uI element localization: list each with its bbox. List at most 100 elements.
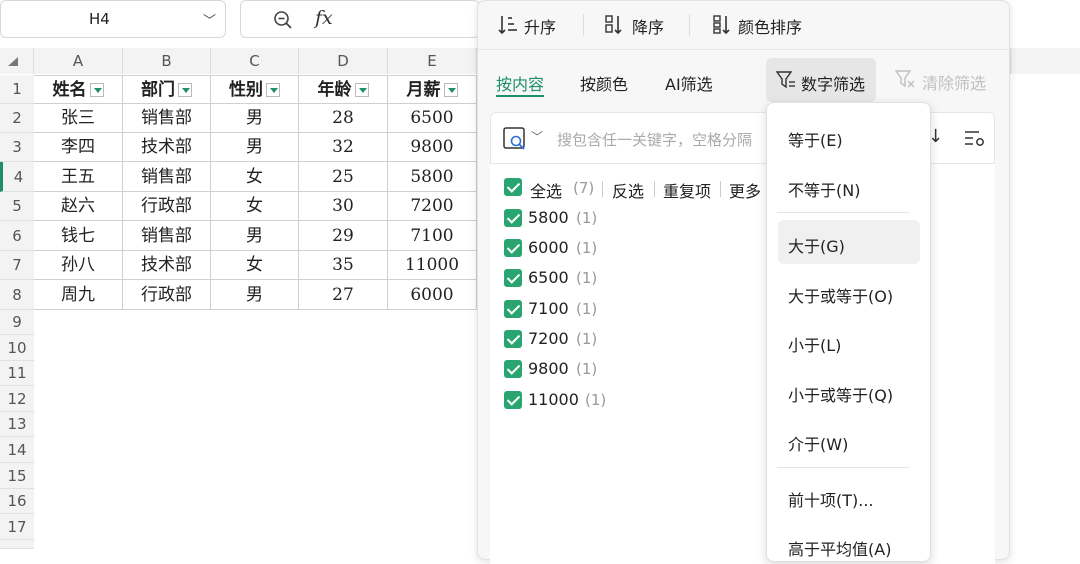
search-scope-icon[interactable]: [503, 127, 529, 151]
row-header-17[interactable]: 17: [0, 514, 34, 540]
cell-a4[interactable]: 王五: [34, 162, 123, 192]
row-header-16[interactable]: 16: [0, 489, 34, 514]
list-item[interactable]: 5800 (1): [504, 208, 624, 230]
header-cell-salary[interactable]: 月薪: [388, 75, 477, 104]
header-cell-gender[interactable]: 性别: [211, 75, 299, 104]
filter-dropdown-icon[interactable]: [89, 82, 104, 97]
list-item[interactable]: 6500 (1): [504, 268, 624, 290]
cell-a3[interactable]: 李四: [34, 133, 123, 162]
menu-item-above-average[interactable]: 高于平均值(A): [788, 536, 891, 560]
list-item[interactable]: 9800 (1): [504, 359, 624, 381]
more-link[interactable]: 更多: [729, 178, 761, 202]
zoom-icon[interactable]: [273, 10, 293, 30]
cell-b2[interactable]: 销售部: [123, 104, 211, 133]
row-header-8[interactable]: 8: [0, 280, 34, 310]
cell-c4[interactable]: 女: [211, 162, 299, 192]
cell-a2[interactable]: 张三: [34, 104, 123, 133]
menu-item-between[interactable]: 介于(W): [788, 431, 848, 455]
cell-e6[interactable]: 7100: [388, 221, 477, 251]
chevron-down-icon[interactable]: ﹀: [203, 10, 216, 29]
cell-c7[interactable]: 女: [211, 251, 299, 280]
cell-e5[interactable]: 7200: [388, 192, 477, 221]
cell-c5[interactable]: 女: [211, 192, 299, 221]
name-box[interactable]: H4 ﹀: [0, 0, 226, 38]
list-item[interactable]: 6000 (1): [504, 238, 624, 260]
column-header-e[interactable]: E: [388, 48, 477, 74]
tab-ai-filter[interactable]: AI筛选: [665, 71, 713, 95]
cell-e2[interactable]: 6500: [388, 104, 477, 133]
list-item[interactable]: 11000 (1): [504, 390, 624, 412]
cell-b7[interactable]: 技术部: [123, 251, 211, 280]
filter-dropdown-icon[interactable]: [354, 82, 369, 97]
cell-b3[interactable]: 技术部: [123, 133, 211, 162]
cell-b4[interactable]: 销售部: [123, 162, 211, 192]
column-header-a[interactable]: A: [34, 48, 123, 74]
row-header-14[interactable]: 14: [0, 437, 34, 463]
cell-c2[interactable]: 男: [211, 104, 299, 133]
cell-e7[interactable]: 11000: [388, 251, 477, 280]
cell-d6[interactable]: 29: [299, 221, 388, 251]
row-header-4[interactable]: 4: [0, 162, 34, 192]
cell-d4[interactable]: 25: [299, 162, 388, 192]
row-header-15[interactable]: 15: [0, 463, 34, 489]
row-header-12[interactable]: 12: [0, 386, 34, 412]
menu-item-not-equal[interactable]: 不等于(N): [788, 177, 860, 201]
menu-item-greater-than[interactable]: 大于(G): [788, 233, 845, 257]
select-all-label[interactable]: 全选: [530, 178, 562, 202]
row-header-1[interactable]: 1: [0, 75, 34, 104]
column-header-extra[interactable]: [1010, 48, 1080, 74]
column-header-b[interactable]: B: [123, 48, 211, 74]
cell-c3[interactable]: 男: [211, 133, 299, 162]
column-header-c[interactable]: C: [211, 48, 299, 74]
cell-b8[interactable]: 行政部: [123, 280, 211, 310]
cell-a6[interactable]: 钱七: [34, 221, 123, 251]
header-cell-dept[interactable]: 部门: [123, 75, 211, 104]
row-header-2[interactable]: 2: [0, 104, 34, 133]
cell-a7[interactable]: 孙八: [34, 251, 123, 280]
invert-selection-link[interactable]: 反选: [612, 178, 644, 202]
select-all-corner[interactable]: [0, 48, 34, 74]
cell-b5[interactable]: 行政部: [123, 192, 211, 221]
row-header-9[interactable]: 9: [0, 310, 34, 335]
cell-e8[interactable]: 6000: [388, 280, 477, 310]
filter-dropdown-icon[interactable]: [266, 82, 280, 97]
cell-c8[interactable]: 男: [211, 280, 299, 310]
tab-number-filter[interactable]: 数字筛选: [766, 58, 876, 102]
row-header-11[interactable]: 11: [0, 361, 34, 386]
row-header-7[interactable]: 7: [0, 251, 34, 280]
cell-e3[interactable]: 9800: [388, 133, 477, 162]
cell-a5[interactable]: 赵六: [34, 192, 123, 221]
search-input[interactable]: 搜包含任一关键字，空格分隔: [557, 129, 767, 150]
menu-item-greater-or-equal[interactable]: 大于或等于(O): [788, 283, 893, 307]
tab-by-content[interactable]: 按内容: [496, 71, 544, 95]
row-header-5[interactable]: 5: [0, 192, 34, 221]
menu-item-less-than[interactable]: 小于(L): [788, 332, 841, 356]
cell-d7[interactable]: 35: [299, 251, 388, 280]
list-settings-icon[interactable]: [964, 129, 986, 149]
cell-d8[interactable]: 27: [299, 280, 388, 310]
fx-icon[interactable]: fx: [315, 7, 333, 29]
filter-dropdown-icon[interactable]: [443, 82, 458, 97]
cell-e4[interactable]: 5800: [388, 162, 477, 192]
list-item[interactable]: 7200 (1): [504, 329, 624, 351]
row-header-6[interactable]: 6: [0, 221, 34, 251]
row-header-13[interactable]: 13: [0, 412, 34, 437]
header-cell-age[interactable]: 年龄: [299, 75, 388, 104]
row-header-10[interactable]: 10: [0, 335, 34, 361]
cell-b6[interactable]: 销售部: [123, 221, 211, 251]
menu-item-equal[interactable]: 等于(E): [788, 127, 843, 151]
row-header-18[interactable]: [0, 540, 34, 549]
column-header-d[interactable]: D: [299, 48, 388, 74]
cell-c6[interactable]: 男: [211, 221, 299, 251]
chevron-down-icon[interactable]: ﹀: [531, 128, 543, 145]
menu-item-top-ten[interactable]: 前十项(T)...: [788, 487, 874, 511]
list-item[interactable]: 7100 (1): [504, 299, 624, 321]
duplicates-link[interactable]: 重复项: [663, 178, 711, 202]
filter-dropdown-icon[interactable]: [178, 82, 192, 97]
header-cell-name[interactable]: 姓名: [34, 75, 123, 104]
cell-d2[interactable]: 28: [299, 104, 388, 133]
formula-bar[interactable]: fx: [240, 0, 480, 38]
cell-a8[interactable]: 周九: [34, 280, 123, 310]
cell-d3[interactable]: 32: [299, 133, 388, 162]
cell-d5[interactable]: 30: [299, 192, 388, 221]
